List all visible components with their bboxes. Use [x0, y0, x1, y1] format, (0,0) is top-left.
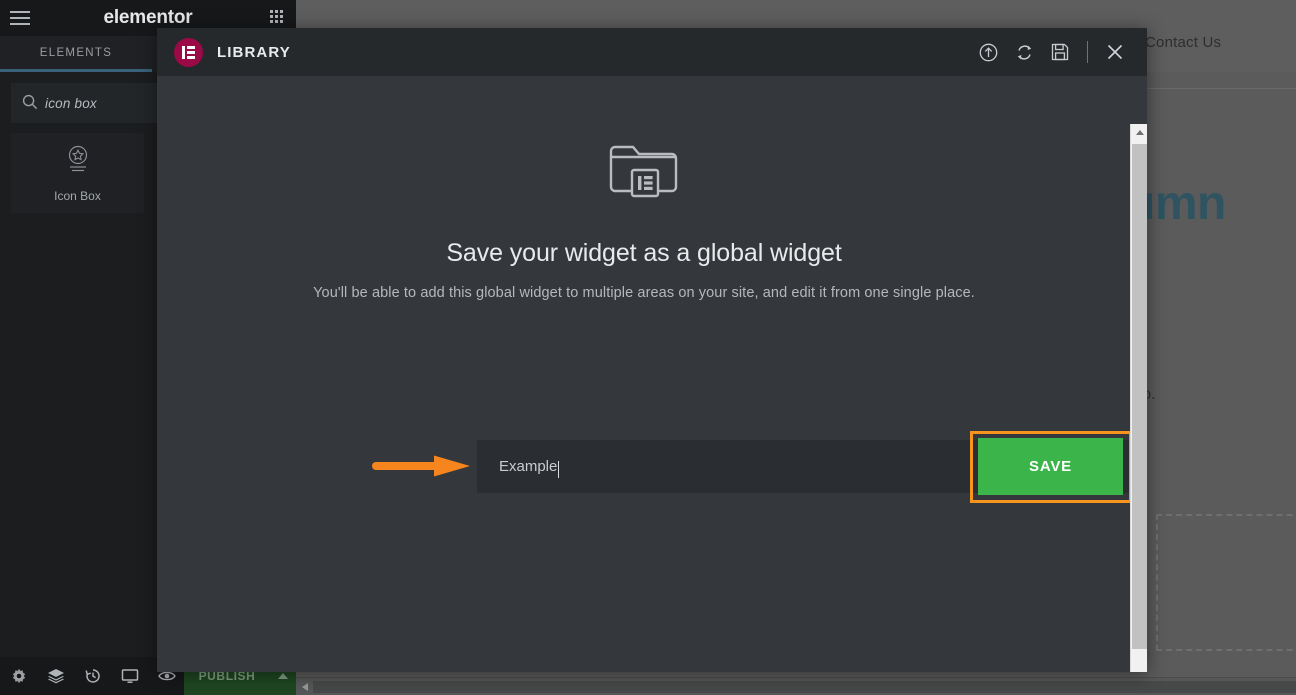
library-modal-header: LIBRARY [157, 28, 1147, 76]
search-input-value: icon box [45, 95, 97, 111]
nav-link-contact-us[interactable]: Contact Us [1145, 34, 1221, 51]
template-name-input-value: Example [499, 458, 558, 475]
close-icon[interactable] [1097, 28, 1133, 76]
canvas-hscroll-thumb[interactable] [313, 681, 1296, 693]
empty-state-title: Save your widget as a global widget [446, 239, 842, 267]
history-icon[interactable] [74, 657, 111, 695]
settings-gear-icon[interactable] [0, 657, 37, 695]
tab-elements[interactable]: ELEMENTS [0, 36, 152, 72]
canvas-horizontal-scrollbar[interactable] [296, 677, 1296, 695]
library-header-actions [970, 28, 1133, 76]
screen-root: Contact Us 0 umn ibus leo. elementor [0, 0, 1296, 695]
save-template-icon[interactable] [1042, 28, 1078, 76]
responsive-mode-icon[interactable] [111, 657, 148, 695]
empty-section-placeholder[interactable] [1156, 514, 1296, 651]
library-modal: LIBRARY Save your widget as a global wid… [157, 28, 1147, 672]
library-modal-title: LIBRARY [217, 43, 291, 61]
icon-box-widget-icon [63, 144, 93, 179]
import-template-icon[interactable] [970, 28, 1006, 76]
library-modal-body: Save your widget as a global widget You'… [157, 76, 1147, 672]
header-divider [1087, 41, 1088, 63]
widget-card-icon-box[interactable]: Icon Box [11, 133, 144, 213]
text-cursor [558, 461, 560, 478]
modal-vertical-scrollbar[interactable] [1130, 124, 1147, 672]
sync-library-icon[interactable] [1006, 28, 1042, 76]
navigator-layers-icon[interactable] [37, 657, 74, 695]
scroll-up-arrow-icon[interactable] [1131, 124, 1147, 141]
apps-grid-icon[interactable] [270, 10, 287, 27]
annotation-highlight-box [970, 431, 1132, 503]
modal-scroll-thumb[interactable] [1132, 144, 1147, 649]
scroll-left-arrow-icon[interactable] [296, 678, 313, 695]
empty-state-subtitle: You'll be able to add this global widget… [313, 285, 975, 301]
folder-with-elementor-badge-icon [608, 134, 680, 203]
orange-arrow-pointing-right [372, 454, 472, 478]
save-global-widget-empty-state: Save your widget as a global widget You'… [157, 76, 1131, 301]
widget-card-label: Icon Box [54, 188, 101, 203]
search-icon [22, 94, 38, 115]
elementor-logo-icon [174, 37, 203, 67]
